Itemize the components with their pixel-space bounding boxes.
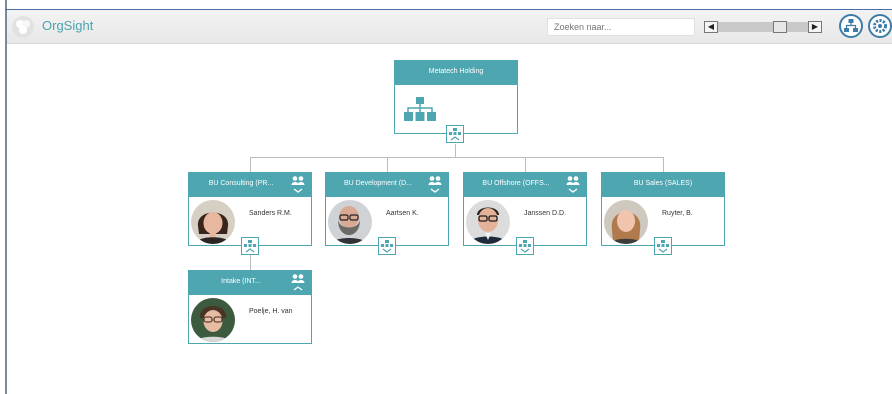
node-title: BU Development (D... [343, 180, 413, 187]
expand-children-button[interactable] [516, 237, 534, 255]
org-node-intake[interactable]: Intake (INT... Poelje, H. van [188, 270, 312, 344]
app-title: OrgSight [42, 18, 94, 33]
org-structure-icon [844, 19, 858, 32]
org-node-bu-development[interactable]: BU Development (D... Aartsen K. [325, 172, 449, 246]
zoom-track[interactable] [718, 22, 808, 32]
zoom-out-button[interactable]: ◀ [704, 21, 718, 33]
team-icon [291, 176, 305, 193]
org-chart-icon [404, 97, 436, 121]
person-name: Sanders R.M. [249, 210, 292, 217]
avatar [328, 200, 372, 244]
connector-line [663, 157, 664, 172]
connector-line [250, 157, 251, 172]
expand-children-button[interactable] [378, 237, 396, 255]
org-node-bu-consulting[interactable]: BU Consulting (PR... Sanders R.M. [188, 172, 312, 246]
org-structure-button[interactable] [839, 14, 863, 38]
collapse-children-button[interactable] [241, 237, 259, 255]
node-header: BU Consulting (PR... [189, 173, 311, 197]
expand-children-icon [657, 240, 669, 253]
node-header: Metatech Holding [395, 61, 517, 85]
collapse-children-icon [449, 128, 461, 141]
expand-children-button[interactable] [654, 237, 672, 255]
collapse-children-button[interactable] [446, 125, 464, 143]
person-name: Aartsen K. [386, 210, 419, 217]
connector-line [455, 144, 456, 157]
node-header: BU Sales (SALES) [602, 173, 724, 197]
node-title: BU Sales (SALES) [633, 180, 693, 187]
node-header: BU Development (D... [326, 173, 448, 197]
expand-children-icon [381, 240, 393, 253]
avatar [191, 298, 235, 342]
avatar [604, 200, 648, 244]
org-node-bu-offshore[interactable]: BU Offshore (OFFS... Janssen D.D. [463, 172, 587, 246]
connector-line [525, 157, 526, 172]
zoom-in-button[interactable]: ▶ [808, 21, 822, 33]
connector-line [250, 254, 251, 270]
app-header: OrgSight ◀ ▶ [7, 10, 892, 44]
org-node-bu-sales[interactable]: BU Sales (SALES) Ruyter, B. [601, 172, 725, 246]
app-logo-icon [12, 16, 34, 38]
zoom-slider[interactable]: ◀ ▶ [704, 21, 822, 33]
window-left-border [5, 0, 7, 394]
org-node-root[interactable]: Metatech Holding [394, 60, 518, 134]
avatar [191, 200, 235, 244]
node-header: Intake (INT... [189, 271, 311, 295]
node-title: Metatech Holding [428, 68, 484, 75]
node-title: BU Consulting (PR... [208, 180, 274, 187]
team-icon [291, 274, 305, 291]
node-title: Intake (INT... [221, 278, 261, 285]
connector-line [250, 157, 664, 158]
team-icon [428, 176, 442, 193]
node-title: BU Offshore (OFFS... [482, 180, 550, 187]
settings-button[interactable] [868, 14, 892, 38]
expand-children-icon [519, 240, 531, 253]
connector-line [387, 157, 388, 172]
collapse-children-icon [244, 240, 256, 253]
person-name: Ruyter, B. [662, 210, 693, 217]
person-name: Janssen D.D. [524, 210, 567, 217]
search-input[interactable] [547, 18, 695, 36]
person-name: Poelje, H. van [249, 308, 293, 315]
node-header: BU Offshore (OFFS... [464, 173, 586, 197]
team-icon [566, 176, 580, 193]
settings-icon [873, 19, 887, 33]
zoom-thumb[interactable] [773, 21, 788, 33]
avatar [466, 200, 510, 244]
